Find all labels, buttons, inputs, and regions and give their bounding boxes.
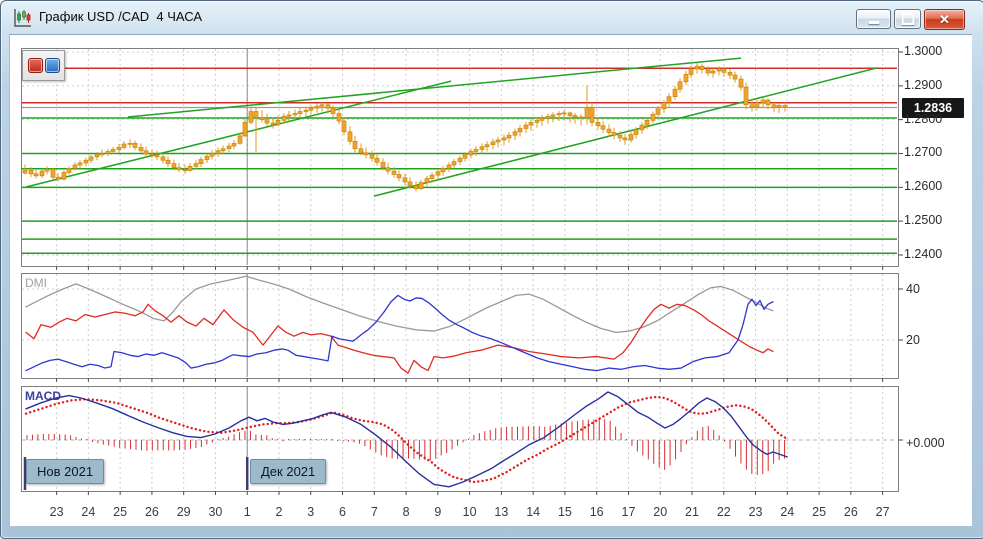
red-series-button[interactable] bbox=[28, 58, 43, 73]
date-tick-label: 26 bbox=[838, 505, 864, 519]
date-tick-label: 16 bbox=[584, 505, 610, 519]
price-tick-label: 1.2900 bbox=[904, 78, 942, 92]
macd-plot-area[interactable] bbox=[21, 386, 898, 491]
dmi-panel-label: DMI bbox=[25, 276, 47, 290]
date-tick-label: 27 bbox=[870, 505, 896, 519]
blue-series-button[interactable] bbox=[45, 58, 60, 73]
candlestick-chart-icon bbox=[13, 8, 33, 28]
window-titlebar[interactable]: График USD /CAD 4 ЧАСА ✕ bbox=[1, 1, 983, 34]
date-tick-label: 21 bbox=[679, 505, 705, 519]
maximize-button[interactable] bbox=[894, 9, 921, 29]
date-tick-label: 24 bbox=[774, 505, 800, 519]
minimize-button[interactable] bbox=[856, 9, 891, 29]
series-legend-toolbar bbox=[22, 50, 65, 81]
minimize-icon bbox=[868, 21, 879, 24]
price-tick-label: 1.2600 bbox=[904, 179, 942, 193]
price-tick-label: 1.2400 bbox=[904, 247, 942, 261]
date-tick-label: 2 bbox=[266, 505, 292, 519]
maximize-icon bbox=[901, 13, 914, 25]
date-tick-label: 25 bbox=[806, 505, 832, 519]
chart-window: График USD /CAD 4 ЧАСА ✕ DMI MACD 1.2836… bbox=[0, 0, 983, 539]
dmi-plot-area[interactable] bbox=[21, 273, 898, 378]
price-tick-label: 1.2800 bbox=[904, 112, 942, 126]
dmi-axis-label-40: 40 bbox=[906, 282, 920, 296]
price-tick-label: 1.3000 bbox=[904, 44, 942, 58]
date-tick-label: 7 bbox=[361, 505, 387, 519]
date-tick-label: 23 bbox=[743, 505, 769, 519]
price-chart-plot-area[interactable] bbox=[21, 48, 898, 266]
close-icon: ✕ bbox=[925, 12, 964, 27]
date-tick-label: 15 bbox=[552, 505, 578, 519]
date-tick-label: 1 bbox=[234, 505, 260, 519]
date-tick-label: 26 bbox=[139, 505, 165, 519]
date-tick-label: 6 bbox=[330, 505, 356, 519]
month-badge-dec: Дек 2021 bbox=[250, 459, 326, 484]
date-tick-label: 17 bbox=[615, 505, 641, 519]
date-tick-label: 22 bbox=[711, 505, 737, 519]
date-tick-label: 20 bbox=[647, 505, 673, 519]
dmi-axis-label-20: 20 bbox=[906, 333, 920, 347]
macd-panel-label: MACD bbox=[25, 389, 61, 403]
date-tick-label: 25 bbox=[107, 505, 133, 519]
date-tick-label: 29 bbox=[171, 505, 197, 519]
date-tick-label: 24 bbox=[75, 505, 101, 519]
date-tick-label: 30 bbox=[202, 505, 228, 519]
close-button[interactable]: ✕ bbox=[924, 9, 965, 30]
date-tick-label: 14 bbox=[520, 505, 546, 519]
date-tick-label: 9 bbox=[425, 505, 451, 519]
date-tick-label: 3 bbox=[298, 505, 324, 519]
date-tick-label: 10 bbox=[457, 505, 483, 519]
price-tick-label: 1.2500 bbox=[904, 213, 942, 227]
date-tick-label: 23 bbox=[44, 505, 70, 519]
macd-zero-axis-label: +0.000 bbox=[906, 436, 945, 450]
month-badge-nov: Нов 2021 bbox=[26, 459, 104, 484]
price-tick-label: 1.2700 bbox=[904, 145, 942, 159]
date-tick-label: 13 bbox=[488, 505, 514, 519]
date-tick-label: 8 bbox=[393, 505, 419, 519]
window-title: График USD /CAD 4 ЧАСА bbox=[39, 9, 202, 24]
